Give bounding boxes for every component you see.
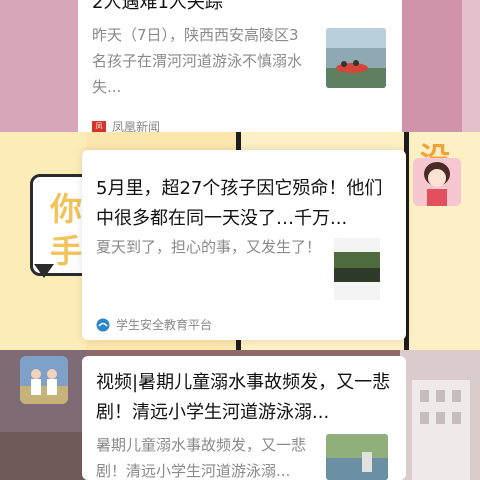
article-thumbnail[interactable] — [326, 28, 386, 88]
article-thumbnail[interactable] — [326, 434, 388, 480]
article-summary: 夏天到了，担心的事，又发生了！ — [96, 238, 322, 256]
building-window — [420, 412, 429, 424]
safety-platform-logo-icon — [96, 318, 110, 331]
article-title: 2人遇难1人失踪 — [92, 0, 223, 13]
source-name: 凤凰新闻 — [112, 120, 161, 132]
building-window — [436, 412, 445, 424]
article-card-1[interactable]: 2人遇难1人失踪 昨天（7日），陕西西安高陵区3名孩子在渭河河道游泳不慎溺水失.… — [78, 0, 402, 132]
article-card-3[interactable]: 视频|暑期儿童溺水事故频发，又一悲剧！清远小学生河道游泳溺... 暑期儿童溺水事… — [82, 356, 406, 480]
building-window — [452, 412, 461, 424]
article-card-2[interactable]: 5月里，超27个孩子因它殒命！他们中很多都在同一天没了…千万... 夏天到了，担… — [82, 150, 406, 340]
article-summary: 昨天（7日），陕西西安高陵区3名孩子在渭河河道游泳不慎溺水失... — [92, 26, 303, 96]
author-avatar[interactable] — [20, 356, 68, 404]
article-title: 视频|暑期儿童溺水事故频发，又一悲剧！清远小学生河道游泳溺... — [96, 372, 391, 423]
feed-band-3: 视频|暑期儿童溺水事故频发，又一悲剧！清远小学生河道游泳溺... 暑期儿童溺水事… — [0, 350, 480, 480]
background-decoration — [0, 0, 78, 132]
article-source[interactable]: 学生安全教育平台 — [96, 316, 212, 333]
background-decoration — [462, 0, 480, 132]
background-decoration — [0, 432, 86, 480]
background-building — [412, 380, 470, 480]
building-window — [436, 390, 445, 402]
article-source[interactable]: 凤 凤凰新闻 — [92, 118, 160, 132]
article-title: 5月里，超27个孩子因它殒命！他们中很多都在同一天没了…千万... — [96, 178, 383, 229]
decoration-char: 手 — [50, 232, 83, 270]
decoration-char: 你 — [50, 190, 83, 228]
building-window — [420, 390, 429, 402]
source-name: 学生安全教育平台 — [116, 318, 213, 332]
feed-band-2: 你 手 没 5月里，超27个孩子因它殒命！他们中很多都在同一天没了…千万... … — [0, 132, 480, 350]
article-summary: 暑期儿童溺水事故频发，又一悲剧！清远小学生河道游泳溺... — [96, 436, 307, 480]
fenghuang-logo-icon: 凤 — [92, 121, 106, 132]
author-avatar[interactable] — [413, 158, 461, 206]
article-thumbnail[interactable] — [334, 238, 380, 300]
feed-band-1: 2人遇难1人失踪 昨天（7日），陕西西安高陵区3名孩子在渭河河道游泳不慎溺水失.… — [0, 0, 480, 132]
building-window — [452, 390, 461, 402]
